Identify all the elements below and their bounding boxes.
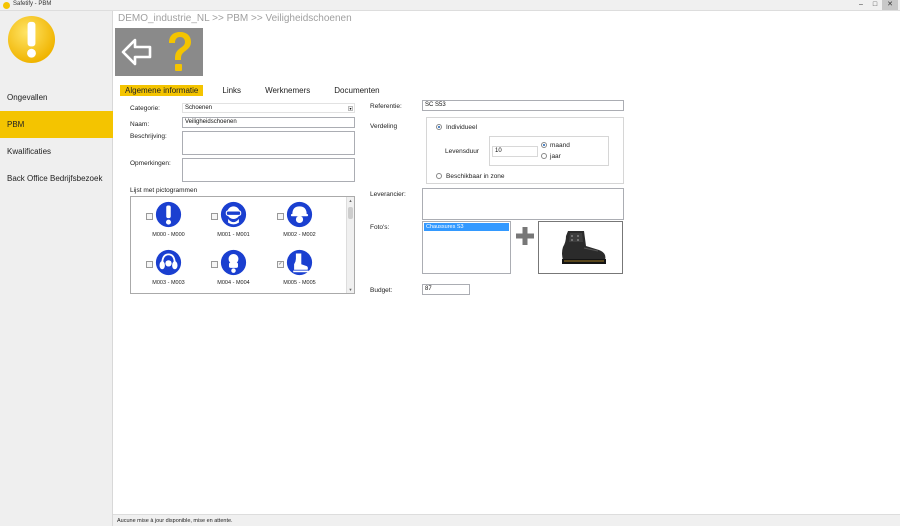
- sidebar-nav: Ongevallen PBM Kwalificaties Back Office…: [0, 84, 113, 192]
- plus-icon[interactable]: [515, 226, 535, 246]
- sidebar-item-pbm[interactable]: PBM: [0, 111, 113, 138]
- pictogram-checkbox[interactable]: [211, 261, 218, 268]
- safety-goggles-icon: [220, 201, 247, 228]
- categorie-select[interactable]: Schoenen ▾: [182, 103, 355, 113]
- opmerkingen-input[interactable]: [182, 158, 355, 182]
- beschrijving-label: Beschrijving:: [130, 133, 167, 140]
- pictogram-list-label: Lijst met pictogrammen: [130, 187, 198, 194]
- main-content: DEMO_industrie_NL >> PBM >> Veiligheidsc…: [113, 11, 900, 514]
- beschrijving-input[interactable]: [182, 131, 355, 155]
- pictogram-code: M000 - M000: [152, 232, 185, 238]
- status-bar: Aucune mise à jour disponible, mise en a…: [113, 514, 900, 526]
- pictogram-checkbox[interactable]: [211, 213, 218, 220]
- list-item[interactable]: M004 - M004: [211, 249, 271, 291]
- chevron-down-icon[interactable]: ▾: [348, 106, 353, 111]
- title-bar: Safetify - PBM – □ ✕: [0, 0, 900, 11]
- minimize-button[interactable]: –: [854, 0, 868, 10]
- scroll-thumb[interactable]: [348, 207, 353, 219]
- arrow-left-icon[interactable]: [121, 37, 153, 67]
- list-item[interactable]: M001 - M001: [211, 201, 271, 243]
- pictogram-code: M005 - M005: [283, 280, 316, 286]
- safety-boot-icon: [286, 249, 313, 276]
- maand-label: maand: [550, 142, 570, 149]
- exclamation-icon: [7, 15, 56, 64]
- individueel-label: Individueel: [446, 124, 478, 131]
- question-icon[interactable]: [163, 31, 195, 73]
- pictogram-list[interactable]: M000 - M000 M001 - M001 M002 - M002 M003…: [130, 196, 355, 294]
- jaar-label: jaar: [550, 153, 561, 160]
- photo-list[interactable]: Chaussures S3: [422, 221, 511, 274]
- individueel-radio[interactable]: [436, 124, 442, 130]
- sidebar-item-back-office[interactable]: Back Office Bedrijfsbezoek: [0, 165, 113, 192]
- sidebar-item-kwalificaties[interactable]: Kwalificaties: [0, 138, 113, 165]
- budget-input[interactable]: 87: [422, 284, 470, 295]
- naam-label: Naam:: [130, 121, 150, 128]
- zone-label: Beschikbaar in zone: [446, 173, 505, 180]
- sidebar: Ongevallen PBM Kwalificaties Back Office…: [0, 11, 113, 526]
- tab-algemene-informatie[interactable]: Algemene informatie: [120, 85, 204, 96]
- respirator-icon: [220, 249, 247, 276]
- pictogram-code: M001 - M001: [217, 232, 250, 238]
- naam-input[interactable]: Veiligheidschoenen: [182, 117, 355, 128]
- maximize-button[interactable]: □: [868, 0, 882, 10]
- tab-bar: Algemene informatie Links Werknemers Doc…: [120, 85, 399, 96]
- maand-radio[interactable]: [541, 142, 547, 148]
- opmerkingen-label: Opmerkingen:: [130, 160, 171, 167]
- zone-radio[interactable]: [436, 173, 442, 179]
- levensduur-label: Levensduur: [445, 148, 479, 155]
- referentie-label: Referentie:: [370, 103, 402, 110]
- list-item[interactable]: M002 - M002: [277, 201, 337, 243]
- breadcrumb: DEMO_industrie_NL >> PBM >> Veiligheidsc…: [118, 13, 352, 24]
- tab-documenten[interactable]: Documenten: [329, 85, 384, 96]
- pictogram-checkbox[interactable]: [146, 261, 153, 268]
- tab-links[interactable]: Links: [217, 85, 246, 96]
- leverancier-label: Leverancier:: [370, 191, 406, 198]
- app-icon: [3, 2, 10, 9]
- pictogram-checkbox-checked[interactable]: ✓: [277, 261, 284, 268]
- jaar-radio[interactable]: [541, 153, 547, 159]
- hard-hat-icon: [286, 201, 313, 228]
- pictogram-code: M002 - M002: [283, 232, 316, 238]
- scroll-up-icon[interactable]: ▲: [347, 197, 354, 204]
- budget-label: Budget:: [370, 287, 393, 294]
- scroll-down-icon[interactable]: ▼: [347, 286, 354, 293]
- safety-boot-icon: [562, 231, 606, 264]
- pictogram-code: M003 - M003: [152, 280, 185, 286]
- verdeling-label: Verdeling: [370, 123, 398, 130]
- leverancier-input[interactable]: [422, 188, 624, 220]
- list-item[interactable]: ✓ M005 - M005: [277, 249, 337, 291]
- verdeling-group: Individueel Levensduur 10 maand jaar Bes…: [426, 117, 624, 184]
- photo-preview[interactable]: [538, 221, 623, 274]
- sidebar-item-ongevallen[interactable]: Ongevallen: [0, 84, 113, 111]
- fotos-label: Foto's:: [370, 224, 390, 231]
- referentie-input[interactable]: SC S53: [422, 100, 624, 111]
- toolbar: [115, 28, 203, 76]
- categorie-label: Categorie:: [130, 105, 160, 112]
- tab-werknemers[interactable]: Werknemers: [260, 85, 315, 96]
- pictogram-checkbox[interactable]: [146, 213, 153, 220]
- window-title: Safetify - PBM: [13, 1, 52, 7]
- status-text: Aucune mise à jour disponible, mise en a…: [117, 518, 233, 524]
- pictogram-checkbox[interactable]: [277, 213, 284, 220]
- close-button[interactable]: ✕: [882, 0, 898, 10]
- list-item[interactable]: M000 - M000: [146, 201, 206, 243]
- ear-protection-icon: [155, 249, 182, 276]
- window-controls: – □ ✕: [854, 0, 898, 10]
- levensduur-input[interactable]: 10: [492, 146, 538, 157]
- list-item[interactable]: Chaussures S3: [424, 223, 509, 231]
- levensduur-group: 10 maand jaar: [489, 136, 609, 166]
- list-item[interactable]: M003 - M003: [146, 249, 206, 291]
- exclamation-icon: [155, 201, 182, 228]
- categorie-value: Schoenen: [185, 105, 213, 111]
- pictogram-code: M004 - M004: [217, 280, 250, 286]
- pictogram-scrollbar[interactable]: ▲ ▼: [346, 197, 354, 293]
